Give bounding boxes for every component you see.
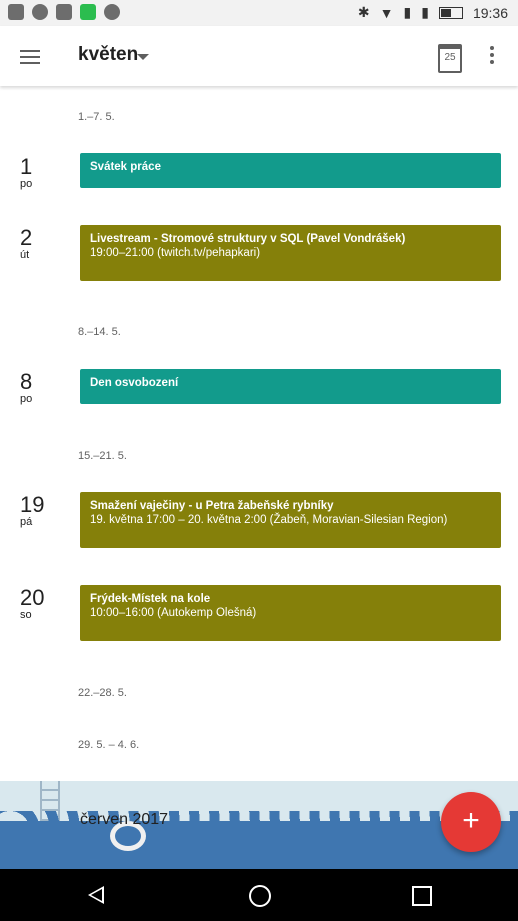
event-card[interactable]: Svátek práce [80, 153, 501, 188]
month-title[interactable]: květen [78, 44, 138, 66]
sea-illustration [0, 821, 518, 869]
week-header: 22.–28. 5. [78, 687, 127, 699]
day-number: 20 [20, 585, 45, 610]
day-label: 20 so [20, 585, 45, 622]
event-card[interactable]: Den osvobození [80, 369, 501, 404]
event-card[interactable]: Frýdek-Místek na kole 10:00–16:00 (Autok… [80, 585, 501, 641]
day-number: 1 [20, 154, 33, 179]
more-options-icon[interactable] [490, 46, 496, 67]
sync-icon [32, 4, 48, 20]
calendar-today-icon[interactable]: 25 [438, 44, 462, 73]
day-of-week: po [20, 393, 33, 405]
event-title: Frýdek-Místek na kole [90, 593, 211, 605]
day-label: 2 út [20, 225, 33, 262]
recent-apps-icon[interactable] [412, 886, 432, 906]
day-of-week: so [20, 609, 32, 621]
week-header: 15.–21. 5. [78, 450, 127, 462]
menu-icon[interactable] [20, 46, 40, 64]
day-label: 1 po [20, 154, 33, 191]
day-of-week: út [20, 249, 30, 261]
signal-icon: ▮ [421, 4, 429, 20]
day-of-week: po [20, 178, 33, 190]
status-bar: ✱ ▼ ▮ ▮ 19:36 [0, 0, 518, 26]
wifi-icon: ▼ [379, 4, 394, 21]
app-bar: květen 25 [0, 26, 518, 86]
event-title: Livestream - Stromové struktury v SQL (P… [90, 233, 406, 245]
bluetooth-icon: ✱ [357, 4, 370, 20]
month-banner-title: červen 2017 [80, 811, 169, 828]
event-title: Den osvobození [90, 377, 179, 389]
day-number: 8 [20, 369, 33, 394]
event-details: 19:00–21:00 (twitch.tv/pehapkari) [90, 247, 261, 259]
status-time: 19:36 [472, 4, 508, 21]
event-title: Smažení vaječiny - u Petra žabeňské rybn… [90, 500, 334, 512]
event-details: 19. května 17:00 – 20. května 2:00 (Žabe… [90, 514, 448, 526]
home-icon[interactable] [249, 885, 271, 907]
signal-icon: ▮ [403, 4, 412, 20]
week-header: 1.–7. 5. [78, 111, 115, 123]
event-title: Svátek práce [90, 161, 161, 173]
day-of-week: pá [20, 516, 33, 528]
event-details: 10:00–16:00 (Autokemp Olešná) [90, 607, 257, 619]
day-label: 8 po [20, 369, 33, 406]
day-number: 2 [20, 225, 33, 250]
system-nav-bar [0, 869, 518, 921]
add-event-button[interactable]: + [441, 792, 501, 852]
back-icon[interactable] [88, 886, 104, 904]
week-header: 8.–14. 5. [78, 326, 121, 338]
event-card[interactable]: Livestream - Stromové struktury v SQL (P… [80, 225, 501, 281]
hashtag-icon [8, 4, 24, 20]
event-card[interactable]: Smažení vaječiny - u Petra žabeňské rybn… [80, 492, 501, 548]
day-label: 19 pá [20, 492, 45, 529]
day-number: 19 [20, 492, 45, 517]
image-icon [56, 4, 72, 20]
chevron-down-icon[interactable] [137, 54, 149, 60]
app-icon [80, 4, 96, 20]
battery-icon [438, 6, 463, 19]
week-header: 29. 5. – 4. 6. [78, 739, 140, 751]
shield-icon [104, 4, 120, 20]
